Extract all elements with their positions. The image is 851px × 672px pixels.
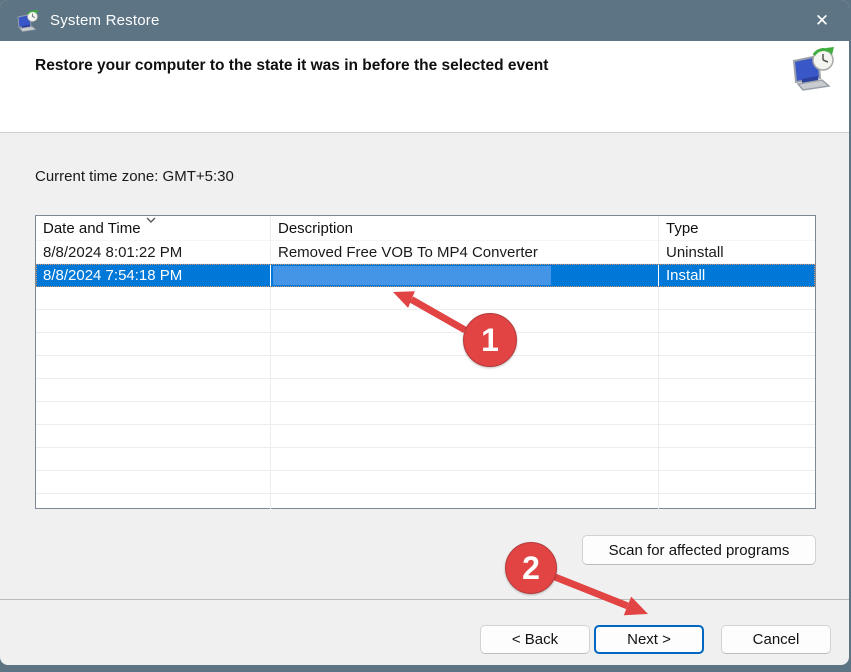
- close-button[interactable]: ✕: [807, 6, 837, 36]
- empty-list-row: [36, 310, 815, 333]
- cancel-button[interactable]: Cancel: [721, 625, 831, 654]
- empty-list-row: [36, 425, 815, 448]
- selected-restore-point-row[interactable]: 8/8/2024 7:54:18 PM Install: [36, 264, 815, 287]
- restore-point-row[interactable]: 8/8/2024 8:01:22 PM Removed Free VOB To …: [36, 241, 815, 264]
- redacted-description-box: [273, 266, 551, 285]
- timezone-label: Current time zone: GMT+5:30: [35, 168, 234, 185]
- close-icon: ✕: [815, 11, 829, 31]
- system-restore-dialog: System Restore ✕ Restore your computer t…: [0, 0, 849, 665]
- empty-list-row: [36, 448, 815, 471]
- title-bar: System Restore ✕: [0, 0, 849, 41]
- empty-list-row: [36, 379, 815, 402]
- restore-point-date: 8/8/2024 8:01:22 PM: [36, 241, 271, 263]
- page-title: Restore your computer to the state it wa…: [35, 57, 779, 75]
- next-button[interactable]: Next >: [594, 625, 704, 654]
- screen: System Restore ✕ Restore your computer t…: [0, 0, 851, 672]
- sort-descending-icon: [146, 217, 156, 224]
- empty-list-row: [36, 287, 815, 310]
- restore-point-description: Removed Free VOB To MP4 Converter: [271, 241, 659, 263]
- restore-point-type: Uninstall: [659, 241, 815, 263]
- system-restore-icon: [15, 9, 39, 33]
- back-button[interactable]: < Back: [480, 625, 590, 654]
- system-restore-icon: [788, 45, 836, 93]
- restore-point-date: 8/8/2024 7:54:18 PM: [36, 264, 271, 287]
- empty-list-row: [36, 402, 815, 425]
- footer-divider: [0, 599, 849, 600]
- restore-points-list[interactable]: Date and Time Description Type 8/8/2024 …: [35, 215, 816, 509]
- empty-list-row: [36, 494, 815, 517]
- list-header-row: Date and Time Description Type: [36, 216, 815, 241]
- column-header-description[interactable]: Description: [271, 216, 659, 241]
- empty-list-row: [36, 333, 815, 356]
- column-header-date[interactable]: Date and Time: [36, 216, 271, 241]
- empty-list-row: [36, 356, 815, 379]
- window-title: System Restore: [50, 12, 160, 29]
- dialog-header: Restore your computer to the state it wa…: [0, 41, 849, 133]
- empty-list-row: [36, 471, 815, 494]
- restore-point-type: Install: [659, 264, 815, 287]
- column-header-type[interactable]: Type: [659, 216, 815, 241]
- scan-affected-programs-button[interactable]: Scan for affected programs: [582, 535, 816, 565]
